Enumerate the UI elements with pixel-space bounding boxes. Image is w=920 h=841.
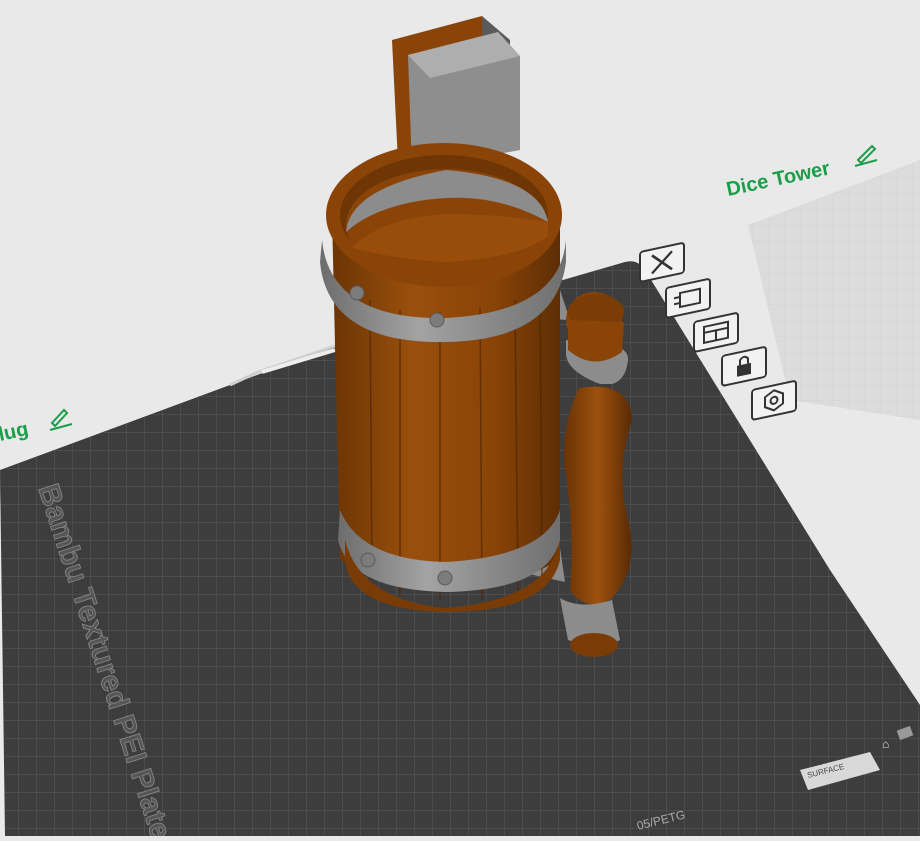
plate-name-left[interactable]: lug — [0, 408, 73, 446]
home-icon: ⌂ — [882, 737, 889, 751]
scene: Bambu Textured PEI Plate HOT SURFACE ⌂ 0… — [0, 16, 920, 841]
plate-name-right-text: Dice Tower — [724, 157, 832, 200]
orient-plate-button[interactable] — [693, 312, 739, 353]
lock-plate-button[interactable] — [721, 346, 767, 387]
arrange-plate-button[interactable] — [665, 278, 711, 319]
plate-name-left-text: lug — [0, 418, 30, 446]
plate-settings-button[interactable] — [751, 380, 797, 421]
3d-viewport[interactable]: Bambu Textured PEI Plate HOT SURFACE ⌂ 0… — [0, 0, 920, 841]
delete-plate-button[interactable] — [639, 242, 685, 283]
edit-name-icon — [49, 408, 73, 431]
mug-model[interactable] — [320, 143, 566, 612]
edit-name-icon — [854, 144, 878, 167]
plate-dice-tower[interactable] — [748, 160, 920, 420]
